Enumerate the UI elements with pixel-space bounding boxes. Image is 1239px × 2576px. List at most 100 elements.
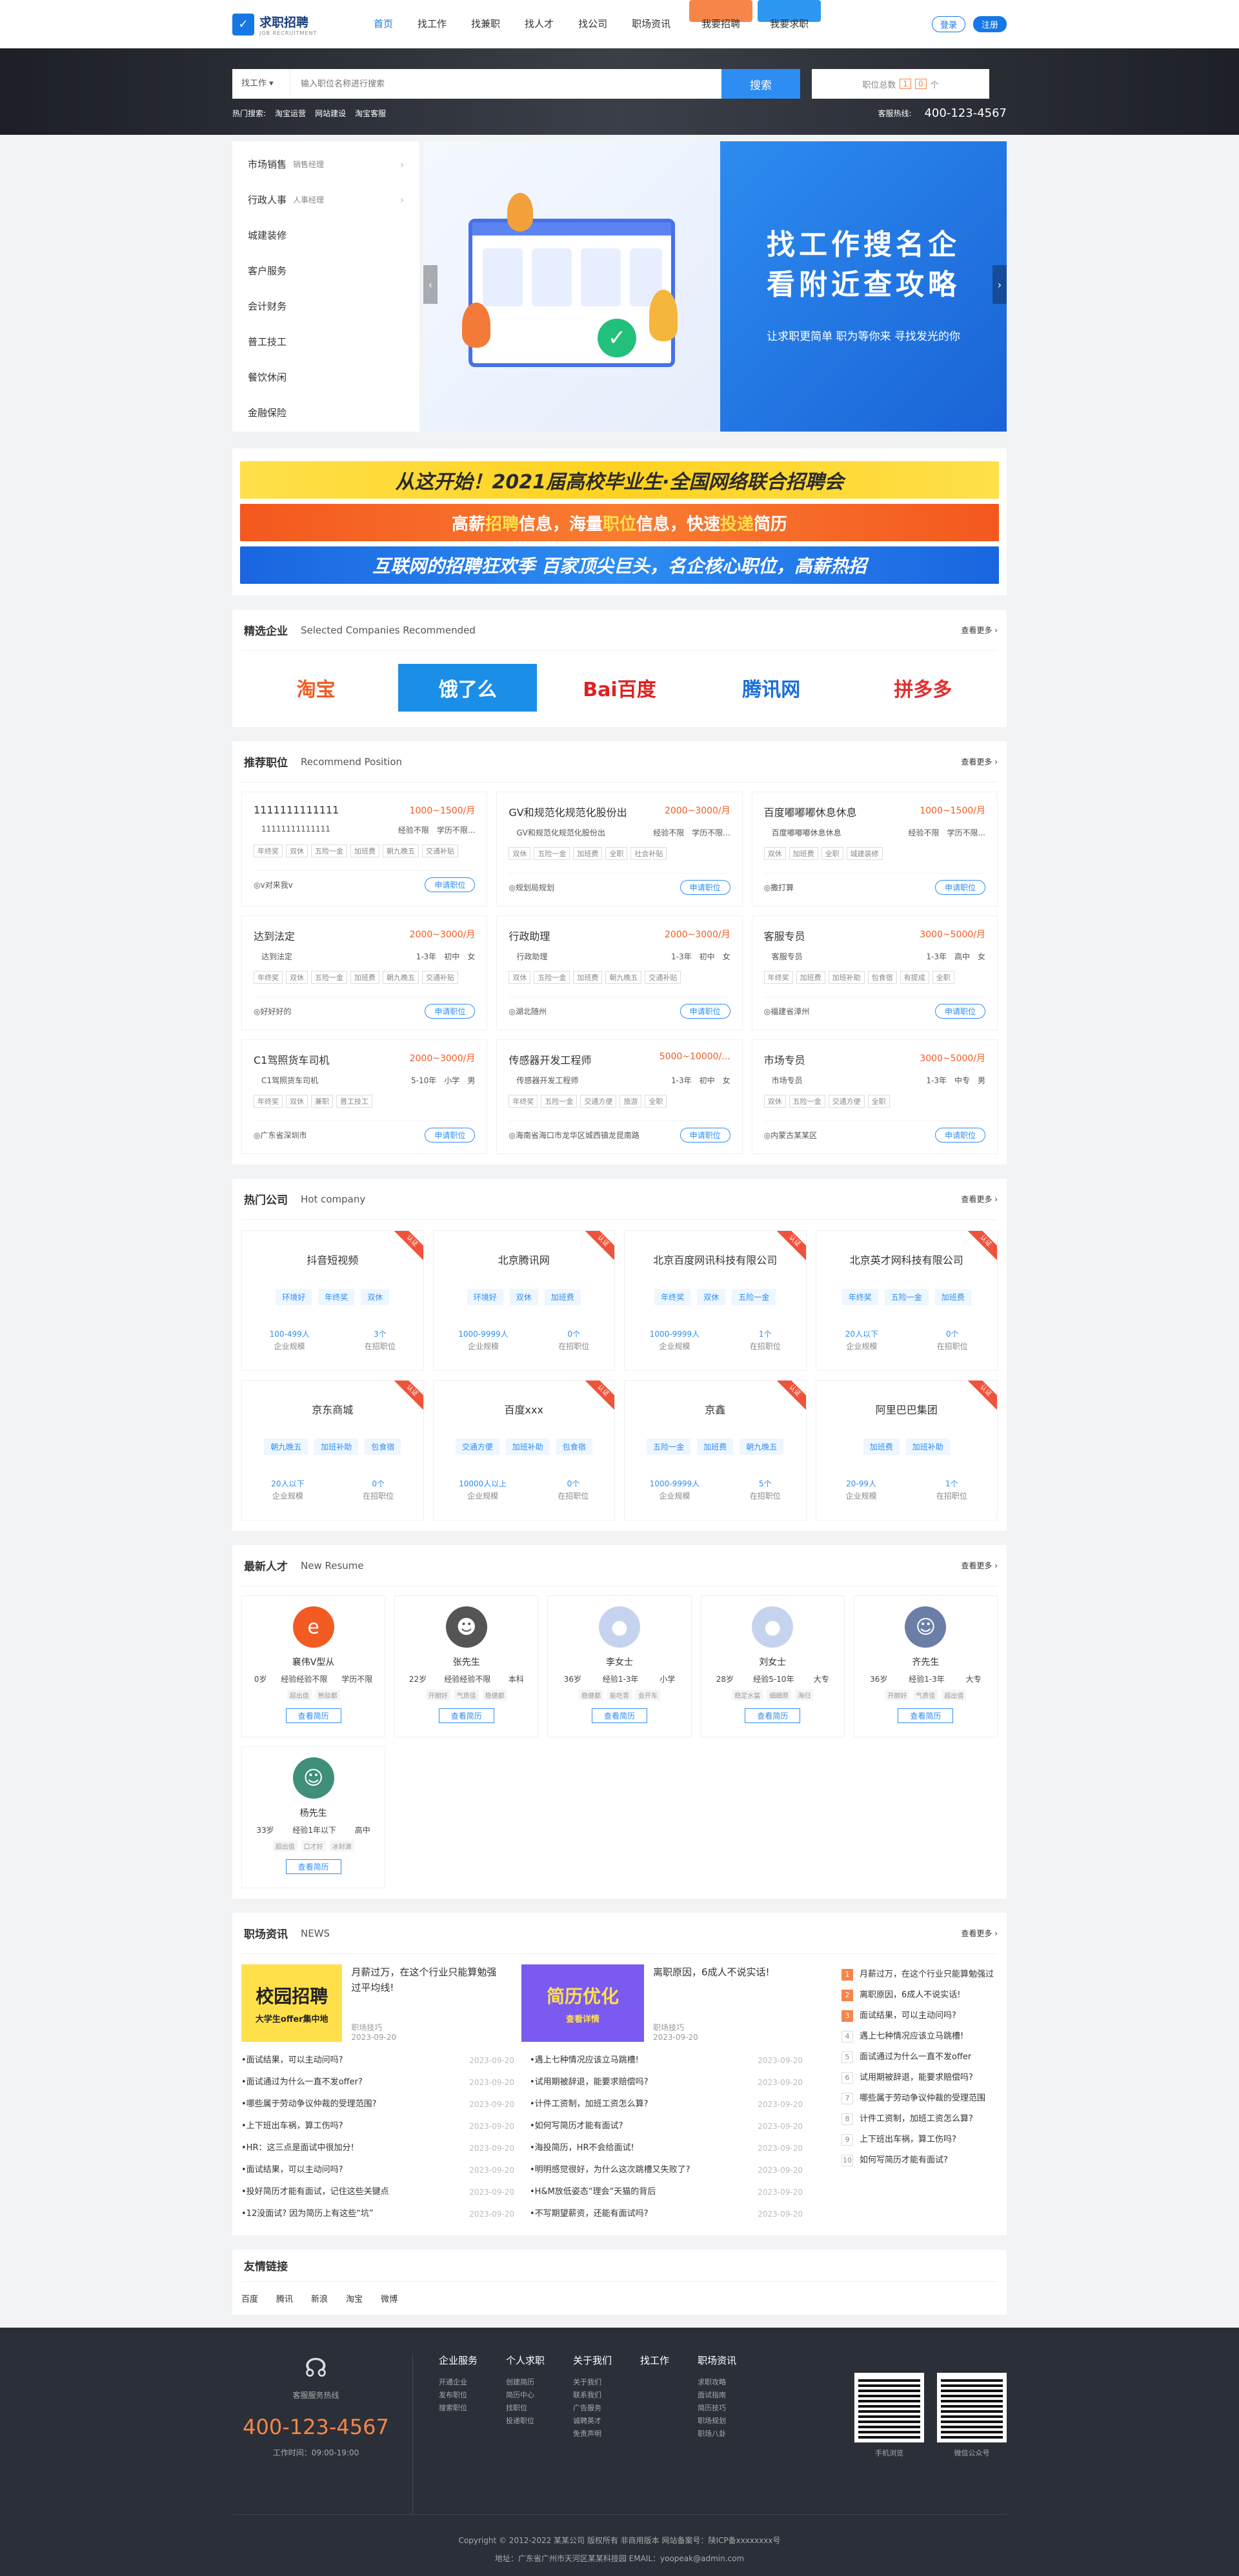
friend-link[interactable]: 腾讯 bbox=[276, 2292, 293, 2304]
news-title[interactable]: 试用期被辞退，能要求赔偿吗? bbox=[535, 2072, 649, 2093]
position-title[interactable]: C1驾照货车司机 bbox=[254, 1052, 329, 1067]
friend-link[interactable]: 新浪 bbox=[311, 2292, 328, 2304]
apply-button[interactable]: 申请职位 bbox=[680, 1128, 730, 1143]
ad-banner-graduates[interactable]: 从这开始！2021届高校毕业生·全国网络联合招聘会 bbox=[240, 461, 999, 499]
rank-title[interactable]: 离职原因，6成人不说实话! bbox=[860, 1985, 960, 2006]
company-logo-taobao[interactable]: 淘宝 bbox=[247, 664, 385, 712]
position-title[interactable]: 百度嘟嘟嘟休息休息 bbox=[764, 804, 857, 819]
hot-company-name[interactable]: 北京腾讯网 bbox=[434, 1252, 615, 1267]
category-item[interactable]: 市场销售 销售经理 › bbox=[232, 146, 419, 182]
news-title[interactable]: 计件工资制，加班工资怎么算? bbox=[535, 2093, 649, 2115]
hot-company-card[interactable]: 认证 京东商城 朝九晚五 加班补助 包食宿 20人以下 企业规模 0个 在招职位 bbox=[241, 1380, 424, 1521]
talent-name[interactable]: 李女士 bbox=[548, 1655, 690, 1668]
rank-item[interactable]: 10 如何写简历才能有面试? bbox=[841, 2150, 998, 2171]
view-resume-button[interactable]: 查看简历 bbox=[745, 1708, 801, 1723]
apply-button[interactable]: 申请职位 bbox=[934, 1128, 985, 1143]
company-logo-pinduoduo[interactable]: 拼多多 bbox=[854, 664, 992, 712]
footer-link[interactable]: 开通企业 bbox=[439, 2376, 478, 2389]
rank-title[interactable]: 面试结果，可以主动问吗? bbox=[860, 2006, 956, 2026]
hot-company-name[interactable]: 阿里巴巴集团 bbox=[816, 1401, 998, 1417]
news-item[interactable]: • 海投简历，HR不会给面试! 2023-09-20 bbox=[530, 2137, 803, 2159]
rank-title[interactable]: 遇上七种情况应该立马跳槽! bbox=[860, 2026, 963, 2047]
news-item[interactable]: • 计件工资制，加班工资怎么算? 2023-09-20 bbox=[530, 2093, 803, 2115]
rank-item[interactable]: 4 遇上七种情况应该立马跳槽! bbox=[841, 2026, 998, 2047]
rank-item[interactable]: 6 试用期被辞退，能要求赔偿吗? bbox=[841, 2068, 998, 2088]
position-card[interactable]: GV和规范化规范化股份出 2000~3000/月 GV和规范化规范化股份出 经验不限学… bbox=[496, 792, 743, 906]
rank-item[interactable]: 9 上下班出车祸，算工伤吗? bbox=[841, 2130, 998, 2150]
footer-link[interactable]: 找职位 bbox=[506, 2402, 545, 2415]
apply-button[interactable]: 申请职位 bbox=[425, 1004, 476, 1019]
apply-button[interactable]: 申请职位 bbox=[680, 1004, 730, 1019]
footer-link[interactable]: 职场规划 bbox=[698, 2415, 736, 2428]
news-item[interactable]: • 上下班出车祸，算工伤吗? 2023-09-20 bbox=[241, 2115, 514, 2137]
slider-next-button[interactable]: › bbox=[992, 265, 1007, 304]
position-card[interactable]: 1111111111111 1000~1500/月 11111111111111 经验… bbox=[241, 792, 488, 906]
category-item[interactable]: 客户服务 bbox=[232, 253, 419, 288]
nav-home[interactable]: 首页 bbox=[361, 0, 405, 48]
position-card[interactable]: 客服专员 3000~5000/月 客服专员 1-3年 高中女年终奖 加班费 加班补助 包食宿有… bbox=[751, 915, 998, 1030]
talent-card[interactable]: ☻ 张先生 22岁 经验经验不限 本科 开朗好 气质佳 稳健都 查看简历 bbox=[394, 1595, 539, 1737]
footer-link[interactable]: 创建简历 bbox=[506, 2376, 545, 2389]
category-item[interactable]: 普工技工 bbox=[232, 324, 419, 359]
rank-item[interactable]: 8 计件工资制，加班工资怎么算? bbox=[841, 2109, 998, 2130]
hot-company-card[interactable]: 认证 抖音短视频 环境好 年终奖 双休 100-499人 企业规模 3个 在招职位 bbox=[241, 1230, 424, 1371]
friend-link[interactable]: 百度 bbox=[241, 2292, 258, 2304]
talent-card[interactable]: ☺ 齐先生 36岁 经验1-3年 大专 开朗好 气质佳 超出值 查看简历 bbox=[853, 1595, 998, 1737]
position-title[interactable]: 行政助理 bbox=[509, 928, 550, 943]
hot-company-name[interactable]: 京鑫 bbox=[625, 1401, 806, 1417]
site-logo[interactable]: ✓ 求职招聘 JOB RECRUITMENT bbox=[232, 13, 361, 36]
footer-link[interactable]: 发布职位 bbox=[439, 2389, 478, 2402]
slider-prev-button[interactable]: ‹ bbox=[423, 265, 438, 304]
hot-company-name[interactable]: 北京英才网科技有限公司 bbox=[816, 1252, 998, 1267]
position-title[interactable]: 市场专员 bbox=[764, 1052, 805, 1067]
rank-item[interactable]: 5 面试通过为什么一直不发offer bbox=[841, 2047, 998, 2068]
position-card[interactable]: C1驾照货车司机 2000~3000/月 C1驾照货车司机 5-10年 小学男年终奖 双休… bbox=[241, 1039, 488, 1154]
view-resume-button[interactable]: 查看简历 bbox=[285, 1708, 341, 1723]
footer-link[interactable]: 关于我们 bbox=[573, 2376, 612, 2389]
featured-news[interactable]: 简历优化 查看详情 离职原因，6成人不说实话! 职场技巧 2023-09-20 bbox=[521, 1964, 786, 2042]
hot-company-name[interactable]: 北京百度网讯科技有限公司 bbox=[625, 1252, 806, 1267]
hot-company-card[interactable]: 认证 阿里巴巴集团 加班费 加班补助 20-99人 企业规模 1个 在招职位 bbox=[815, 1380, 998, 1521]
hot-company-card[interactable]: 认证 北京英才网科技有限公司 年终奖 五险一金 加班费 20人以下 企业规模 0个 在招职位 bbox=[815, 1230, 998, 1371]
position-card[interactable]: 达到法定 2000~3000/月 达到法定 1-3年 初中女年终奖 双休 五险一金 加班费 朝九… bbox=[241, 915, 488, 1030]
news-item[interactable]: • H&M放低姿态“理会”天猫的背后 2023-09-20 bbox=[530, 2181, 803, 2203]
search-type-select[interactable]: 找工作 ▾ bbox=[232, 69, 290, 99]
news-item[interactable]: • 试用期被辞退，能要求赔偿吗? 2023-09-20 bbox=[530, 2072, 803, 2093]
ad-banner-internet[interactable]: 互联网的招聘狂欢季 百家顶尖巨头，名企核心职位，高薪热招 bbox=[240, 546, 999, 584]
talent-name[interactable]: 刘女士 bbox=[701, 1655, 844, 1668]
position-title[interactable]: GV和规范化规范化股份出 bbox=[509, 804, 627, 819]
apply-button[interactable]: 申请职位 bbox=[425, 877, 476, 892]
footer-link[interactable]: 诚聘英才 bbox=[573, 2415, 612, 2428]
company-logo-eleme[interactable]: 饿了么 bbox=[398, 664, 538, 712]
rank-item[interactable]: 1 月薪过万，在这个行业只能算勉强过 bbox=[841, 1964, 998, 1985]
search-input[interactable] bbox=[290, 69, 721, 99]
hot-company-card[interactable]: 认证 京鑫 五险一金 加班费 朝九晚五 1000-9999人 企业规模 5个 在招职位 bbox=[624, 1380, 807, 1521]
footer-link[interactable]: 面试指南 bbox=[698, 2389, 736, 2402]
rank-item[interactable]: 3 面试结果，可以主动问吗? bbox=[841, 2006, 998, 2026]
ad-banner-salary[interactable]: 高薪 招聘 信息，海量 职位 信息，快速 投递 简历 bbox=[240, 504, 999, 541]
news-title[interactable]: 上下班出车祸，算工伤吗? bbox=[247, 2115, 343, 2137]
footer-link[interactable]: 广告服务 bbox=[573, 2402, 612, 2415]
hot-search-term[interactable]: 淘宝运营 bbox=[275, 108, 306, 119]
apply-button[interactable]: 申请职位 bbox=[934, 880, 985, 895]
footer-link[interactable]: 免责声明 bbox=[573, 2428, 612, 2441]
login-button[interactable]: 登录 bbox=[931, 16, 965, 32]
hot-company-card[interactable]: 认证 北京腾讯网 环境好 双休 加班费 1000-9999人 企业规模 0个 在招职位 bbox=[432, 1230, 615, 1371]
rank-item[interactable]: 7 哪些属于劳动争议仲裁的受理范围 bbox=[841, 2088, 998, 2109]
news-title[interactable]: 面试通过为什么一直不发offer? bbox=[247, 2072, 363, 2093]
rank-title[interactable]: 试用期被辞退，能要求赔偿吗? bbox=[860, 2068, 973, 2088]
news-item[interactable]: • 面试通过为什么一直不发offer? 2023-09-20 bbox=[241, 2072, 514, 2093]
news-title[interactable]: 如何写简历才能有面试? bbox=[535, 2115, 623, 2137]
news-item[interactable]: • HR：这三点是面试中很加分! 2023-09-20 bbox=[241, 2137, 514, 2159]
company-logo-tencent[interactable]: 腾讯网 bbox=[702, 664, 841, 712]
featured-news-title[interactable]: 月薪过万，在这个行业只能算勉强过平均线! bbox=[351, 1964, 506, 1995]
position-card[interactable]: 百度嘟嘟嘟休息休息 1000~1500/月 百度嘟嘟嘟休息休息 经验不限 学历不限...… bbox=[751, 792, 998, 906]
category-item[interactable]: 会计财务 bbox=[232, 288, 419, 324]
rank-title[interactable]: 面试通过为什么一直不发offer bbox=[860, 2047, 971, 2068]
footer-link[interactable]: 求职攻略 bbox=[698, 2376, 736, 2389]
news-title[interactable]: 面试结果，可以主动问吗? bbox=[247, 2050, 343, 2072]
footer-link[interactable]: 联系我们 bbox=[573, 2389, 612, 2402]
news-item[interactable]: • 哪些属于劳动争议仲裁的受理范围? 2023-09-20 bbox=[241, 2093, 514, 2115]
featured-news-image[interactable]: 校园招聘 大学生offer集中地 bbox=[241, 1964, 343, 2042]
apply-button[interactable]: 申请职位 bbox=[680, 880, 730, 895]
